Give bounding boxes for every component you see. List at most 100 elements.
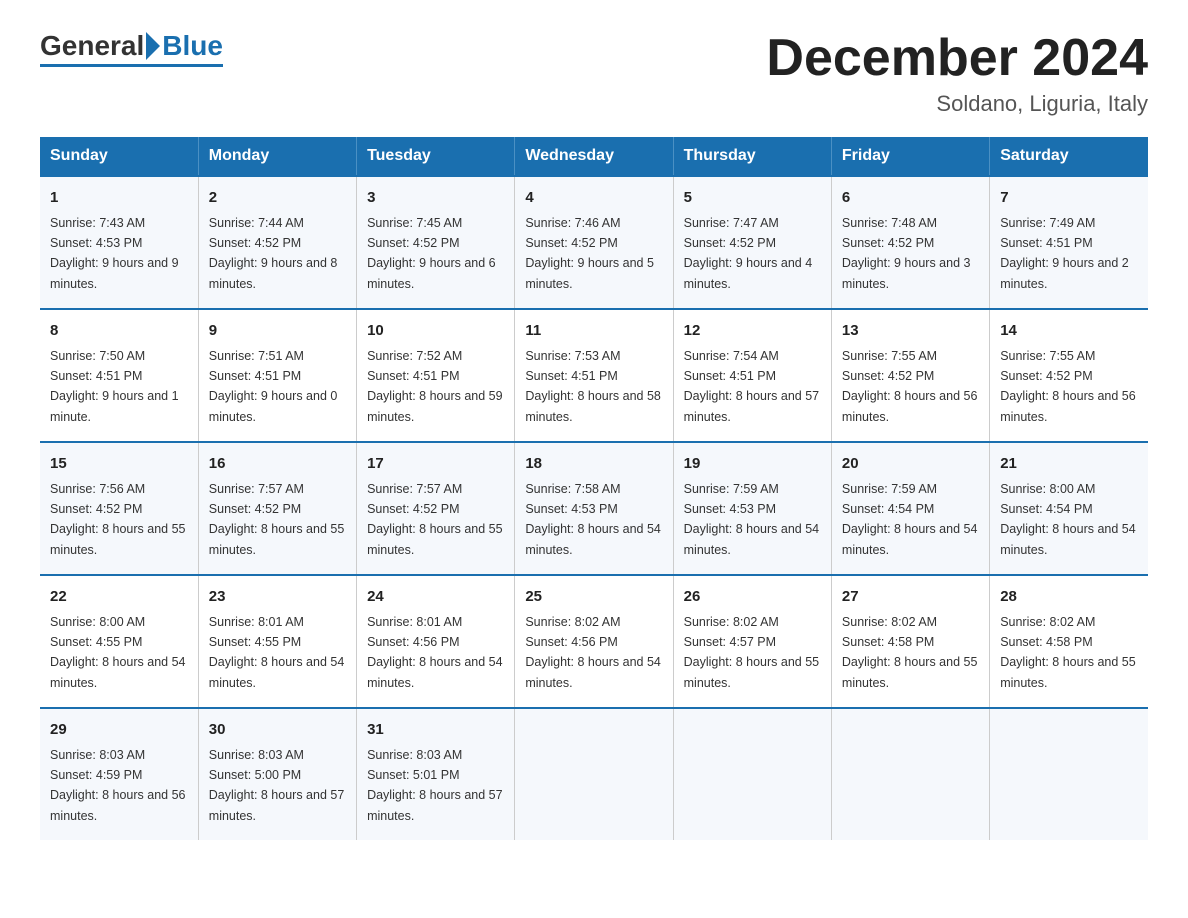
calendar-cell: 2 Sunrise: 7:44 AMSunset: 4:52 PMDayligh…	[198, 176, 356, 309]
day-number: 3	[367, 187, 504, 210]
day-number: 8	[50, 320, 188, 343]
day-info: Sunrise: 8:03 AMSunset: 5:01 PMDaylight:…	[367, 748, 503, 823]
calendar-cell: 27 Sunrise: 8:02 AMSunset: 4:58 PMDaylig…	[831, 575, 989, 708]
day-number: 15	[50, 453, 188, 476]
calendar-cell: 1 Sunrise: 7:43 AMSunset: 4:53 PMDayligh…	[40, 176, 198, 309]
header-friday: Friday	[831, 137, 989, 176]
day-number: 1	[50, 187, 188, 210]
day-info: Sunrise: 7:55 AMSunset: 4:52 PMDaylight:…	[1000, 349, 1136, 424]
calendar-cell: 4 Sunrise: 7:46 AMSunset: 4:52 PMDayligh…	[515, 176, 673, 309]
day-number: 29	[50, 719, 188, 742]
day-info: Sunrise: 7:58 AMSunset: 4:53 PMDaylight:…	[525, 482, 661, 557]
header-sunday: Sunday	[40, 137, 198, 176]
calendar-cell: 19 Sunrise: 7:59 AMSunset: 4:53 PMDaylig…	[673, 442, 831, 575]
day-info: Sunrise: 7:55 AMSunset: 4:52 PMDaylight:…	[842, 349, 978, 424]
logo-blue-text: Blue	[162, 30, 223, 62]
calendar-cell	[990, 708, 1148, 840]
calendar-cell: 6 Sunrise: 7:48 AMSunset: 4:52 PMDayligh…	[831, 176, 989, 309]
day-info: Sunrise: 7:49 AMSunset: 4:51 PMDaylight:…	[1000, 216, 1129, 291]
week-row: 8 Sunrise: 7:50 AMSunset: 4:51 PMDayligh…	[40, 309, 1148, 442]
calendar-cell: 3 Sunrise: 7:45 AMSunset: 4:52 PMDayligh…	[357, 176, 515, 309]
calendar-cell: 15 Sunrise: 7:56 AMSunset: 4:52 PMDaylig…	[40, 442, 198, 575]
header-row: SundayMondayTuesdayWednesdayThursdayFrid…	[40, 137, 1148, 176]
day-info: Sunrise: 7:56 AMSunset: 4:52 PMDaylight:…	[50, 482, 186, 557]
day-info: Sunrise: 8:01 AMSunset: 4:56 PMDaylight:…	[367, 615, 503, 690]
day-info: Sunrise: 7:54 AMSunset: 4:51 PMDaylight:…	[684, 349, 820, 424]
day-info: Sunrise: 7:51 AMSunset: 4:51 PMDaylight:…	[209, 349, 338, 424]
day-number: 26	[684, 586, 821, 609]
day-number: 16	[209, 453, 346, 476]
calendar-cell: 18 Sunrise: 7:58 AMSunset: 4:53 PMDaylig…	[515, 442, 673, 575]
day-number: 11	[525, 320, 662, 343]
header-thursday: Thursday	[673, 137, 831, 176]
day-info: Sunrise: 8:00 AMSunset: 4:54 PMDaylight:…	[1000, 482, 1136, 557]
day-number: 17	[367, 453, 504, 476]
calendar-cell	[673, 708, 831, 840]
calendar-cell: 5 Sunrise: 7:47 AMSunset: 4:52 PMDayligh…	[673, 176, 831, 309]
calendar-cell: 23 Sunrise: 8:01 AMSunset: 4:55 PMDaylig…	[198, 575, 356, 708]
day-info: Sunrise: 7:53 AMSunset: 4:51 PMDaylight:…	[525, 349, 661, 424]
calendar-cell: 26 Sunrise: 8:02 AMSunset: 4:57 PMDaylig…	[673, 575, 831, 708]
page-header: General Blue December 2024 Soldano, Ligu…	[40, 30, 1148, 117]
calendar-cell: 16 Sunrise: 7:57 AMSunset: 4:52 PMDaylig…	[198, 442, 356, 575]
day-info: Sunrise: 7:44 AMSunset: 4:52 PMDaylight:…	[209, 216, 338, 291]
calendar-cell	[831, 708, 989, 840]
day-info: Sunrise: 7:46 AMSunset: 4:52 PMDaylight:…	[525, 216, 654, 291]
calendar-cell: 8 Sunrise: 7:50 AMSunset: 4:51 PMDayligh…	[40, 309, 198, 442]
header-wednesday: Wednesday	[515, 137, 673, 176]
day-number: 4	[525, 187, 662, 210]
week-row: 29 Sunrise: 8:03 AMSunset: 4:59 PMDaylig…	[40, 708, 1148, 840]
day-number: 22	[50, 586, 188, 609]
day-info: Sunrise: 7:50 AMSunset: 4:51 PMDaylight:…	[50, 349, 179, 424]
calendar-cell: 22 Sunrise: 8:00 AMSunset: 4:55 PMDaylig…	[40, 575, 198, 708]
calendar-cell: 24 Sunrise: 8:01 AMSunset: 4:56 PMDaylig…	[357, 575, 515, 708]
month-title: December 2024	[766, 30, 1148, 87]
logo-underline	[40, 64, 223, 67]
day-info: Sunrise: 8:02 AMSunset: 4:56 PMDaylight:…	[525, 615, 661, 690]
day-number: 24	[367, 586, 504, 609]
day-number: 10	[367, 320, 504, 343]
day-number: 21	[1000, 453, 1138, 476]
calendar-cell: 10 Sunrise: 7:52 AMSunset: 4:51 PMDaylig…	[357, 309, 515, 442]
day-info: Sunrise: 8:02 AMSunset: 4:58 PMDaylight:…	[842, 615, 978, 690]
day-number: 30	[209, 719, 346, 742]
day-number: 13	[842, 320, 979, 343]
week-row: 15 Sunrise: 7:56 AMSunset: 4:52 PMDaylig…	[40, 442, 1148, 575]
day-info: Sunrise: 8:03 AMSunset: 4:59 PMDaylight:…	[50, 748, 186, 823]
day-info: Sunrise: 8:01 AMSunset: 4:55 PMDaylight:…	[209, 615, 345, 690]
day-info: Sunrise: 8:00 AMSunset: 4:55 PMDaylight:…	[50, 615, 186, 690]
day-info: Sunrise: 7:57 AMSunset: 4:52 PMDaylight:…	[367, 482, 503, 557]
day-number: 28	[1000, 586, 1138, 609]
calendar-cell: 21 Sunrise: 8:00 AMSunset: 4:54 PMDaylig…	[990, 442, 1148, 575]
calendar-cell: 30 Sunrise: 8:03 AMSunset: 5:00 PMDaylig…	[198, 708, 356, 840]
calendar-cell: 14 Sunrise: 7:55 AMSunset: 4:52 PMDaylig…	[990, 309, 1148, 442]
day-number: 14	[1000, 320, 1138, 343]
title-area: December 2024 Soldano, Liguria, Italy	[766, 30, 1148, 117]
calendar-cell: 29 Sunrise: 8:03 AMSunset: 4:59 PMDaylig…	[40, 708, 198, 840]
week-row: 1 Sunrise: 7:43 AMSunset: 4:53 PMDayligh…	[40, 176, 1148, 309]
logo: General Blue	[40, 30, 223, 67]
day-info: Sunrise: 8:03 AMSunset: 5:00 PMDaylight:…	[209, 748, 345, 823]
day-info: Sunrise: 8:02 AMSunset: 4:58 PMDaylight:…	[1000, 615, 1136, 690]
day-info: Sunrise: 7:59 AMSunset: 4:53 PMDaylight:…	[684, 482, 820, 557]
day-number: 5	[684, 187, 821, 210]
day-number: 19	[684, 453, 821, 476]
calendar-cell: 11 Sunrise: 7:53 AMSunset: 4:51 PMDaylig…	[515, 309, 673, 442]
day-number: 27	[842, 586, 979, 609]
calendar-cell: 7 Sunrise: 7:49 AMSunset: 4:51 PMDayligh…	[990, 176, 1148, 309]
calendar-body: 1 Sunrise: 7:43 AMSunset: 4:53 PMDayligh…	[40, 176, 1148, 840]
calendar-cell: 12 Sunrise: 7:54 AMSunset: 4:51 PMDaylig…	[673, 309, 831, 442]
calendar-cell: 17 Sunrise: 7:57 AMSunset: 4:52 PMDaylig…	[357, 442, 515, 575]
location-subtitle: Soldano, Liguria, Italy	[766, 91, 1148, 117]
day-info: Sunrise: 7:52 AMSunset: 4:51 PMDaylight:…	[367, 349, 503, 424]
day-info: Sunrise: 7:47 AMSunset: 4:52 PMDaylight:…	[684, 216, 813, 291]
week-row: 22 Sunrise: 8:00 AMSunset: 4:55 PMDaylig…	[40, 575, 1148, 708]
day-number: 7	[1000, 187, 1138, 210]
logo-arrow-icon	[146, 32, 160, 60]
day-number: 6	[842, 187, 979, 210]
calendar-cell: 9 Sunrise: 7:51 AMSunset: 4:51 PMDayligh…	[198, 309, 356, 442]
calendar-table: SundayMondayTuesdayWednesdayThursdayFrid…	[40, 137, 1148, 840]
logo-general-text: General	[40, 30, 144, 62]
day-number: 12	[684, 320, 821, 343]
day-number: 18	[525, 453, 662, 476]
